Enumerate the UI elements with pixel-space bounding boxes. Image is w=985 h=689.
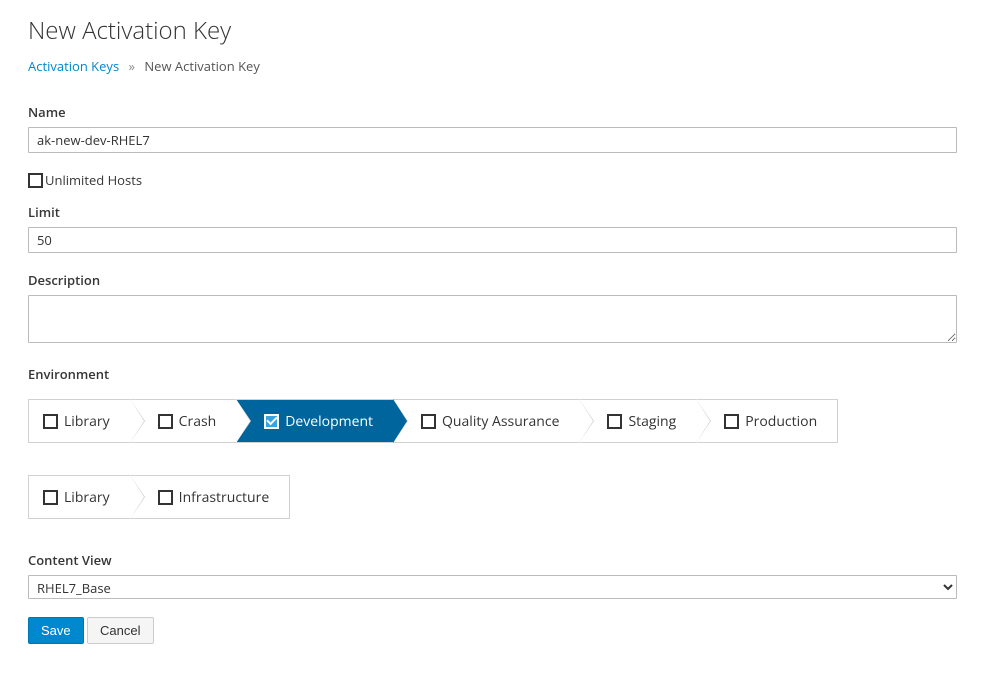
environment-step-infrastructure[interactable]: Infrastructure	[130, 476, 290, 518]
save-button[interactable]: Save	[28, 617, 84, 644]
environment-step-production[interactable]: Production	[696, 400, 837, 442]
environment-step-label: Crash	[179, 412, 217, 431]
limit-input[interactable]	[28, 227, 957, 253]
environment-label: Environment	[28, 365, 957, 383]
environment-step-label: Library	[64, 488, 110, 507]
environment-step-checkbox[interactable]	[264, 414, 279, 429]
environment-step-label: Development	[285, 412, 373, 431]
environment-step-label: Staging	[628, 412, 676, 431]
environment-step-label: Infrastructure	[179, 488, 270, 507]
content-view-label: Content View	[28, 551, 957, 569]
unlimited-hosts-checkbox[interactable]	[28, 173, 43, 188]
environment-step-checkbox[interactable]	[158, 414, 173, 429]
environment-step-crash[interactable]: Crash	[130, 400, 237, 442]
environment-path-row: Library Infrastructure	[28, 475, 290, 519]
environment-step-checkbox[interactable]	[607, 414, 622, 429]
environment-step-library[interactable]: Library	[29, 400, 130, 442]
environment-step-checkbox[interactable]	[43, 414, 58, 429]
page-title: New Activation Key	[28, 14, 957, 47]
environment-step-label: Library	[64, 412, 110, 431]
name-input[interactable]	[28, 127, 957, 153]
environment-step-checkbox[interactable]	[421, 414, 436, 429]
environment-step-checkbox[interactable]	[43, 490, 58, 505]
environment-step-library[interactable]: Library	[29, 476, 130, 518]
environment-step-checkbox[interactable]	[158, 490, 173, 505]
cancel-button[interactable]: Cancel	[87, 617, 153, 644]
environment-path-row: Library Crash Development Quality Assurance…	[28, 399, 838, 443]
description-textarea[interactable]	[28, 295, 957, 343]
description-label: Description	[28, 271, 957, 289]
breadcrumb-separator: »	[129, 57, 135, 75]
unlimited-hosts-label: Unlimited Hosts	[45, 171, 142, 189]
environment-step-development[interactable]: Development	[236, 400, 393, 442]
name-label: Name	[28, 103, 957, 121]
environment-step-staging[interactable]: Staging	[579, 400, 696, 442]
breadcrumb-current: New Activation Key	[144, 57, 259, 75]
environment-path-selector: Library Crash Development Quality Assurance…	[28, 399, 957, 519]
environment-step-label: Quality Assurance	[442, 412, 559, 431]
environment-step-checkbox[interactable]	[724, 414, 739, 429]
environment-step-quality-assurance[interactable]: Quality Assurance	[393, 400, 579, 442]
content-view-select[interactable]: RHEL7_Base	[28, 575, 957, 599]
breadcrumb: Activation Keys » New Activation Key	[28, 57, 957, 75]
limit-label: Limit	[28, 203, 957, 221]
environment-step-label: Production	[745, 412, 817, 431]
breadcrumb-parent-link[interactable]: Activation Keys	[28, 57, 119, 75]
